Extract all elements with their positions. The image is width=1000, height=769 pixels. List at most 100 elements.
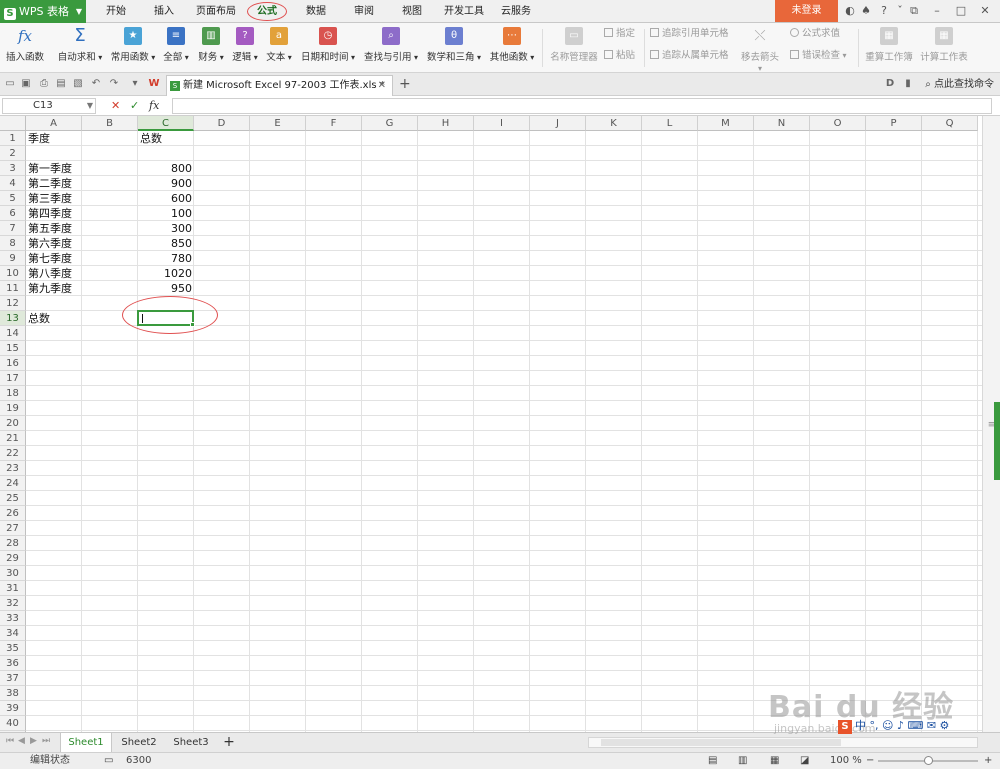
login-button[interactable]: 未登录: [775, 0, 838, 22]
undo-icon[interactable]: ↶: [90, 78, 102, 90]
tab-home[interactable]: 开始: [98, 0, 134, 23]
column-header-j[interactable]: J: [530, 116, 586, 131]
cell-c5[interactable]: 600: [138, 191, 194, 206]
close-tab-icon[interactable]: ✕: [378, 76, 386, 96]
zoom-out-icon[interactable]: −: [866, 753, 874, 769]
cell-c3[interactable]: 800: [138, 161, 194, 176]
common-functions-button[interactable]: ★ 常用函数 ▾: [108, 25, 158, 71]
row-header-26[interactable]: 26: [0, 506, 26, 521]
fill-handle[interactable]: [190, 322, 195, 327]
cell-a13[interactable]: 总数: [26, 311, 82, 326]
trace-precedents-button[interactable]: 追踪引用单元格: [650, 27, 729, 41]
row-header-21[interactable]: 21: [0, 431, 26, 446]
cell-c7[interactable]: 300: [138, 221, 194, 236]
logic-button[interactable]: ? 逻辑 ▾: [229, 25, 261, 71]
column-header-g[interactable]: G: [362, 116, 418, 131]
row-header-13[interactable]: 13: [0, 311, 26, 326]
page-break-icon[interactable]: ▦: [770, 753, 779, 769]
cell-c8[interactable]: 850: [138, 236, 194, 251]
row-header-6[interactable]: 6: [0, 206, 26, 221]
row-header-25[interactable]: 25: [0, 491, 26, 506]
recalc-workbook-button[interactable]: ▦ 重算工作簿: [864, 25, 914, 71]
zoom-slider-knob[interactable]: [924, 756, 933, 765]
tab-page-layout[interactable]: 页面布局: [192, 0, 240, 23]
row-header-27[interactable]: 27: [0, 521, 26, 536]
cell-c6[interactable]: 100: [138, 206, 194, 221]
text-functions-button[interactable]: a 文本 ▾: [263, 25, 295, 71]
cell-a8[interactable]: 第六季度: [26, 236, 82, 251]
search-command[interactable]: ⌕ 点此查找命令: [925, 76, 994, 93]
restore-icon[interactable]: ⧉: [907, 4, 921, 18]
wps-app-menu-button[interactable]: S WPS 表格 ▼: [0, 0, 86, 23]
tab-data[interactable]: 数据: [298, 0, 334, 23]
row-header-34[interactable]: 34: [0, 626, 26, 641]
document-tab[interactable]: S 新建 Microsoft Excel 97-2003 工作表.xls * ✕: [166, 75, 393, 96]
tab-cloud[interactable]: 云服务: [496, 0, 536, 23]
row-header-37[interactable]: 37: [0, 671, 26, 686]
row-header-16[interactable]: 16: [0, 356, 26, 371]
cell-a4[interactable]: 第二季度: [26, 176, 82, 191]
all-functions-button[interactable]: ≡ 全部 ▾: [160, 25, 192, 71]
tab-view[interactable]: 视图: [394, 0, 430, 23]
column-header-p[interactable]: P: [866, 116, 922, 131]
specify-button[interactable]: 指定: [604, 27, 635, 41]
row-header-10[interactable]: 10: [0, 266, 26, 281]
evaluate-formula-button[interactable]: 公式求值: [790, 27, 840, 41]
confirm-icon[interactable]: ✓: [130, 97, 139, 115]
new-tab-icon[interactable]: +: [399, 75, 411, 93]
normal-view-icon[interactable]: ▤: [708, 753, 717, 769]
math-button[interactable]: θ 数学和三角 ▾: [424, 25, 484, 71]
maximize-icon[interactable]: □: [954, 4, 968, 18]
row-header-40[interactable]: 40: [0, 716, 26, 731]
row-header-9[interactable]: 9: [0, 251, 26, 266]
column-header-a[interactable]: A: [26, 116, 82, 131]
cell-c4[interactable]: 900: [138, 176, 194, 191]
column-header-m[interactable]: M: [698, 116, 754, 131]
cell-a9[interactable]: 第七季度: [26, 251, 82, 266]
sheet-tab-sheet2[interactable]: Sheet2: [114, 733, 164, 752]
redo-icon[interactable]: ↷: [108, 78, 120, 90]
insert-function-button[interactable]: fx 插入函数: [4, 25, 46, 71]
cell-c9[interactable]: 780: [138, 251, 194, 266]
row-header-23[interactable]: 23: [0, 461, 26, 476]
panel-icon[interactable]: ▮: [902, 78, 914, 90]
save-icon[interactable]: ▣: [20, 78, 32, 90]
error-check-button[interactable]: 错误检查 ▾: [790, 49, 847, 63]
print-icon[interactable]: ▤: [55, 78, 67, 90]
next-sheet-icon[interactable]: ▶: [30, 736, 37, 746]
row-header-5[interactable]: 5: [0, 191, 26, 206]
column-header-o[interactable]: O: [810, 116, 866, 131]
cell-a10[interactable]: 第八季度: [26, 266, 82, 281]
row-header-38[interactable]: 38: [0, 686, 26, 701]
paste-name-button[interactable]: 粘贴: [604, 49, 635, 63]
side-panel-toggle[interactable]: [994, 402, 1000, 480]
remove-arrows-button[interactable]: ⤬ 移去箭头 ▾: [738, 25, 782, 73]
row-header-36[interactable]: 36: [0, 656, 26, 671]
active-cell[interactable]: [137, 310, 195, 327]
close-icon[interactable]: ✕: [978, 4, 992, 18]
row-header-35[interactable]: 35: [0, 641, 26, 656]
fx-icon[interactable]: fx: [149, 97, 159, 115]
row-header-7[interactable]: 7: [0, 221, 26, 236]
row-header-29[interactable]: 29: [0, 551, 26, 566]
tab-review[interactable]: 审阅: [346, 0, 382, 23]
row-header-32[interactable]: 32: [0, 596, 26, 611]
column-header-e[interactable]: E: [250, 116, 306, 131]
minimize-ribbon-icon[interactable]: ˇ: [893, 4, 907, 18]
calc-sheet-button[interactable]: ▦ 计算工作表: [918, 25, 970, 71]
row-header-2[interactable]: 2: [0, 146, 26, 161]
row-header-12[interactable]: 12: [0, 296, 26, 311]
name-box[interactable]: C13 ▼: [2, 98, 96, 114]
row-header-4[interactable]: 4: [0, 176, 26, 191]
datetime-button[interactable]: ◷ 日期和时间 ▾: [299, 25, 357, 71]
row-header-18[interactable]: 18: [0, 386, 26, 401]
row-header-39[interactable]: 39: [0, 701, 26, 716]
d-icon[interactable]: D: [884, 78, 896, 90]
column-header-k[interactable]: K: [586, 116, 642, 131]
export-icon[interactable]: ⎙: [38, 78, 50, 90]
trace-dependents-button[interactable]: 追踪从属单元格: [650, 49, 729, 63]
cell-a7[interactable]: 第五季度: [26, 221, 82, 236]
row-header-24[interactable]: 24: [0, 476, 26, 491]
row-header-31[interactable]: 31: [0, 581, 26, 596]
column-header-h[interactable]: H: [418, 116, 474, 131]
